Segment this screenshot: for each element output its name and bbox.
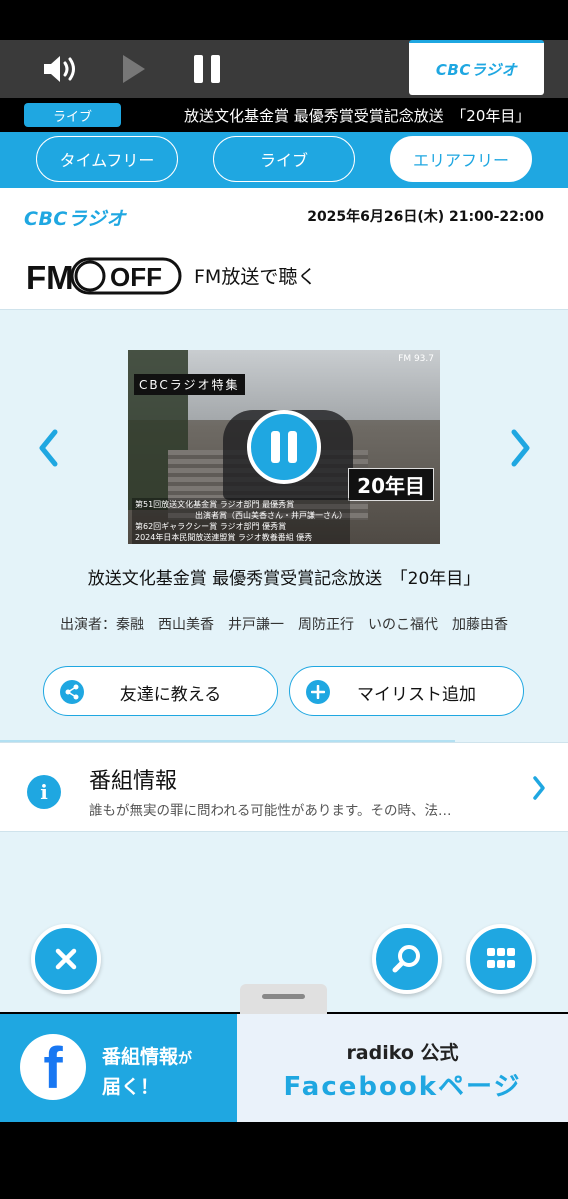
drawer-handle[interactable] xyxy=(240,984,327,1014)
mylist-label: マイリスト追加 xyxy=(357,685,476,705)
facebook-banner[interactable]: f 番組情報が 届く！ radiko 公式 Facebookページ xyxy=(0,1014,568,1122)
station-header: CBCラジオ 2025年6月26日(木) 21:00-22:00 FM OFF … xyxy=(0,188,568,310)
grid-menu-icon xyxy=(487,948,515,968)
mylist-button[interactable]: マイリスト追加 xyxy=(289,666,524,716)
navigation-bar xyxy=(0,1122,568,1199)
tab-bar: タイムフリー ライブ エリアフリー xyxy=(0,132,568,188)
performers: 出演者：秦融 西山美香 井戸謙一 周防正行 いのこ福代 加藤由香 xyxy=(60,617,508,633)
now-playing-bar: ライブ 放送文化基金賞 最優秀賞受賞記念放送 「20年目」 xyxy=(0,98,568,132)
tab-live[interactable]: ライブ xyxy=(213,136,355,182)
prev-arrow-icon[interactable] xyxy=(33,426,63,470)
info-icon: i xyxy=(27,775,61,809)
thumb-badge: 20年目 xyxy=(348,468,434,501)
live-badge: ライブ xyxy=(24,103,121,127)
volume-icon[interactable] xyxy=(38,48,82,90)
program-area: CBCラジオ特集 FM 93.7 20年目 第51回放送文化基金賞 ラジオ部門 … xyxy=(0,310,568,1012)
chevron-right-icon xyxy=(532,775,546,805)
banner-left: f 番組情報が 届く！ xyxy=(0,1014,237,1122)
thumb-tag: CBCラジオ特集 xyxy=(134,374,245,395)
station-logo-text: CBCラジオ xyxy=(435,60,518,79)
banner-right: radiko 公式 Facebookページ xyxy=(237,1014,568,1122)
cbc-logo: CBCラジオ xyxy=(24,208,126,230)
banner-right-line1: radiko 公式 xyxy=(346,1042,459,1064)
now-playing-title: 放送文化基金賞 最優秀賞受賞記念放送 「20年目」 xyxy=(184,107,531,125)
air-time: 2025年6月26日(木) 21:00-22:00 xyxy=(307,209,544,225)
close-button[interactable] xyxy=(31,924,101,994)
info-title: 番組情報 xyxy=(89,769,178,794)
banner-left-line1: 番組情報が xyxy=(102,1046,193,1068)
fm-toggle-off: OFF xyxy=(110,262,162,292)
fm-toggle-fm: FM xyxy=(26,259,74,296)
tab-timefree[interactable]: タイムフリー xyxy=(36,136,178,182)
facebook-icon: f xyxy=(20,1034,86,1100)
thumb-credits: 第51回放送文化基金賞 ラジオ部門 最優秀賞 出演者賞（西山美香さん・井戸謙一さ… xyxy=(132,498,350,544)
next-arrow-icon[interactable] xyxy=(506,426,536,470)
close-icon xyxy=(55,948,77,970)
pause-icon[interactable] xyxy=(185,48,229,90)
program-info-row[interactable]: i 番組情報 誰もが無実の罪に問われる可能性があります。その時、法… xyxy=(0,742,568,832)
pause-icon xyxy=(271,431,297,463)
play-icon[interactable] xyxy=(112,48,156,90)
search-icon xyxy=(392,945,420,973)
banner-right-line2: Facebookページ xyxy=(283,1072,522,1102)
program-title: 放送文化基金賞 最優秀賞受賞記念放送 「20年目」 xyxy=(87,569,481,589)
thumb-freq: FM 93.7 xyxy=(398,354,434,364)
info-description: 誰もが無実の罪に問われる可能性があります。その時、法… xyxy=(89,803,452,819)
banner-left-line2: 届く！ xyxy=(102,1076,160,1098)
share-label: 友達に教える xyxy=(119,685,222,705)
fm-toggle[interactable]: FM OFF xyxy=(26,256,182,296)
search-button[interactable] xyxy=(372,924,442,994)
share-button[interactable]: 友達に教える xyxy=(43,666,278,716)
pause-button[interactable] xyxy=(247,410,321,484)
fm-label: FM放送で聴く xyxy=(194,266,317,288)
tab-areafree[interactable]: エリアフリー xyxy=(390,136,532,182)
status-bar xyxy=(0,0,568,40)
station-logo[interactable]: CBCラジオ xyxy=(409,40,544,95)
menu-button[interactable] xyxy=(466,924,536,994)
